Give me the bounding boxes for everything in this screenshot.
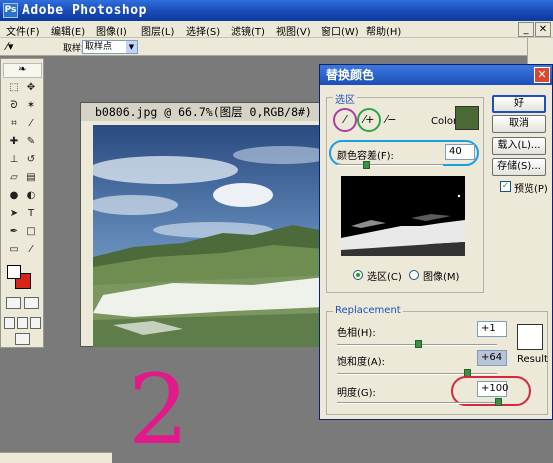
crop-tool-icon[interactable]: ⌗: [7, 117, 21, 131]
magic-wand-tool-icon[interactable]: ✶: [24, 99, 38, 113]
foreground-color-swatch[interactable]: [7, 265, 21, 279]
step-number-annotation: 2: [128, 354, 190, 463]
menu-file[interactable]: 文件(F): [6, 23, 40, 38]
selection-group-label: 选区: [333, 91, 357, 106]
eyedropper-plus-icon[interactable]: ⁄+: [361, 112, 377, 128]
result-color-swatch[interactable]: [517, 324, 543, 350]
close-window-button[interactable]: ✕: [535, 22, 551, 37]
selected-color-swatch[interactable]: [455, 106, 479, 130]
saturation-slider-track[interactable]: [337, 373, 497, 375]
app-title: Adobe Photoshop: [22, 3, 147, 18]
history-brush-tool-icon[interactable]: ↺: [24, 153, 38, 167]
minimize-button[interactable]: _: [518, 22, 534, 37]
dialog-close-button[interactable]: ✕: [534, 67, 550, 83]
menu-filter[interactable]: 滤镜(T): [231, 23, 265, 38]
stamp-tool-icon[interactable]: ⊥: [7, 153, 21, 167]
lightness-slider-track[interactable]: [337, 402, 501, 404]
document-title[interactable]: b0806.jpg @ 66.7%(图层 0,RGB/8#): [81, 103, 325, 121]
shape-tool-icon[interactable]: □: [24, 225, 38, 239]
app-title-bar: Ps Adobe Photoshop: [0, 0, 553, 21]
dialog-title: 替换颜色: [320, 65, 552, 85]
jump-to-imageready-button[interactable]: [15, 333, 30, 345]
eyedropper-tool-icon[interactable]: ⁄▾: [6, 40, 13, 53]
lightness-input[interactable]: +100: [477, 381, 508, 397]
lightness-slider-knob[interactable]: [495, 398, 502, 406]
blur-tool-icon[interactable]: ●: [7, 189, 21, 203]
eyedropper-icon[interactable]: ⁄: [24, 243, 38, 257]
eyedropper-icon[interactable]: ⁄: [337, 112, 353, 128]
sample-size-value: 取样点: [85, 42, 113, 52]
eraser-tool-icon[interactable]: ▱: [7, 171, 21, 185]
replacement-group: Replacement 色相(H): +1 饱和度(A): +64 明度(G):…: [326, 305, 548, 415]
lightness-label: 明度(G):: [337, 388, 376, 399]
dodge-tool-icon[interactable]: ◐: [24, 189, 38, 203]
pen-tool-icon[interactable]: ✒: [7, 225, 21, 239]
selection-radio-label: 选区(C): [367, 272, 402, 283]
standard-mode-button[interactable]: [6, 297, 21, 309]
menu-view[interactable]: 视图(V): [276, 23, 311, 38]
preview-label: 预览(P): [514, 184, 548, 195]
hue-slider-knob[interactable]: [415, 340, 422, 348]
fuzziness-slider-knob[interactable]: [363, 161, 370, 169]
fuzziness-slider-track[interactable]: [337, 164, 443, 166]
lasso-tool-icon[interactable]: ᘐ: [7, 99, 21, 113]
gradient-tool-icon[interactable]: ▤: [24, 171, 38, 185]
document-window: b0806.jpg @ 66.7%(图层 0,RGB/8#): [80, 102, 326, 347]
sample-size-select[interactable]: 取样点 ▼: [82, 40, 138, 54]
selection-radio[interactable]: [353, 270, 363, 280]
screen-mode-full-button[interactable]: [30, 317, 41, 329]
toolbox: ❧ ⬚ ✥ ᘐ ✶ ⌗ ⁄ ✚ ✎ ⊥ ↺ ▱ ▤ ● ◐ ➤ T ✒ □ ▭ …: [0, 58, 44, 348]
ok-button[interactable]: 好: [492, 95, 546, 113]
landscape-photo[interactable]: [93, 125, 325, 347]
saturation-label: 饱和度(A):: [337, 357, 386, 368]
menu-image[interactable]: 图像(I): [96, 23, 127, 38]
menu-edit[interactable]: 编辑(E): [51, 23, 85, 38]
menu-help[interactable]: 帮助(H): [366, 23, 401, 38]
cancel-button[interactable]: 取消: [492, 115, 546, 133]
result-label: Result: [517, 354, 548, 365]
photoshop-app-icon: Ps: [3, 3, 18, 18]
notes-tool-icon[interactable]: ▭: [7, 243, 21, 257]
brush-tool-icon[interactable]: ✎: [24, 135, 38, 149]
chevron-down-icon: ▼: [126, 41, 137, 53]
marquee-tool-icon[interactable]: ⬚: [7, 81, 21, 95]
preview-checkbox[interactable]: ✓: [500, 181, 511, 192]
load-button[interactable]: 载入(L)...: [492, 137, 546, 155]
menu-bar: 文件(F) 编辑(E) 图像(I) 图层(L) 选择(S) 滤镜(T) 视图(V…: [0, 21, 553, 38]
minimized-window-bar[interactable]: [0, 452, 112, 463]
selection-preview[interactable]: [341, 176, 465, 256]
screen-mode-standard-button[interactable]: [4, 317, 15, 329]
move-tool-icon[interactable]: ✥: [24, 81, 38, 95]
selection-group: 选区 ⁄ ⁄+ ⁄− Color: 颜色容差(F): 40 选区(C) 图像(M…: [326, 91, 484, 293]
save-button[interactable]: 存储(S)...: [492, 158, 546, 176]
image-radio-label: 图像(M): [423, 272, 460, 283]
menu-select[interactable]: 选择(S): [186, 23, 220, 38]
feather-logo-icon[interactable]: ❧: [3, 63, 42, 78]
replace-color-dialog: 替换颜色 ✕ 选区 ⁄ ⁄+ ⁄− Color: 颜色容差(F): 40 选区(…: [319, 64, 553, 420]
slice-tool-icon[interactable]: ⁄: [24, 117, 38, 131]
image-radio[interactable]: [409, 270, 419, 280]
fuzziness-input[interactable]: 40: [445, 144, 475, 160]
eyedropper-minus-icon[interactable]: ⁄−: [383, 112, 399, 128]
saturation-input[interactable]: +64: [477, 350, 507, 366]
quick-mask-button[interactable]: [24, 297, 39, 309]
options-bar: ⁄▾ 取样大小: 取样点 ▼: [0, 38, 553, 56]
path-selection-tool-icon[interactable]: ➤: [7, 207, 21, 221]
replacement-group-label: Replacement: [333, 305, 403, 316]
hue-input[interactable]: +1: [477, 321, 507, 337]
healing-brush-tool-icon[interactable]: ✚: [7, 135, 21, 149]
menu-layer[interactable]: 图层(L): [141, 23, 174, 38]
menu-window[interactable]: 窗口(W): [321, 23, 359, 38]
type-tool-icon[interactable]: T: [24, 207, 38, 221]
hue-label: 色相(H):: [337, 328, 376, 339]
fuzziness-label: 颜色容差(F):: [337, 151, 394, 162]
screen-mode-full-menu-button[interactable]: [17, 317, 28, 329]
